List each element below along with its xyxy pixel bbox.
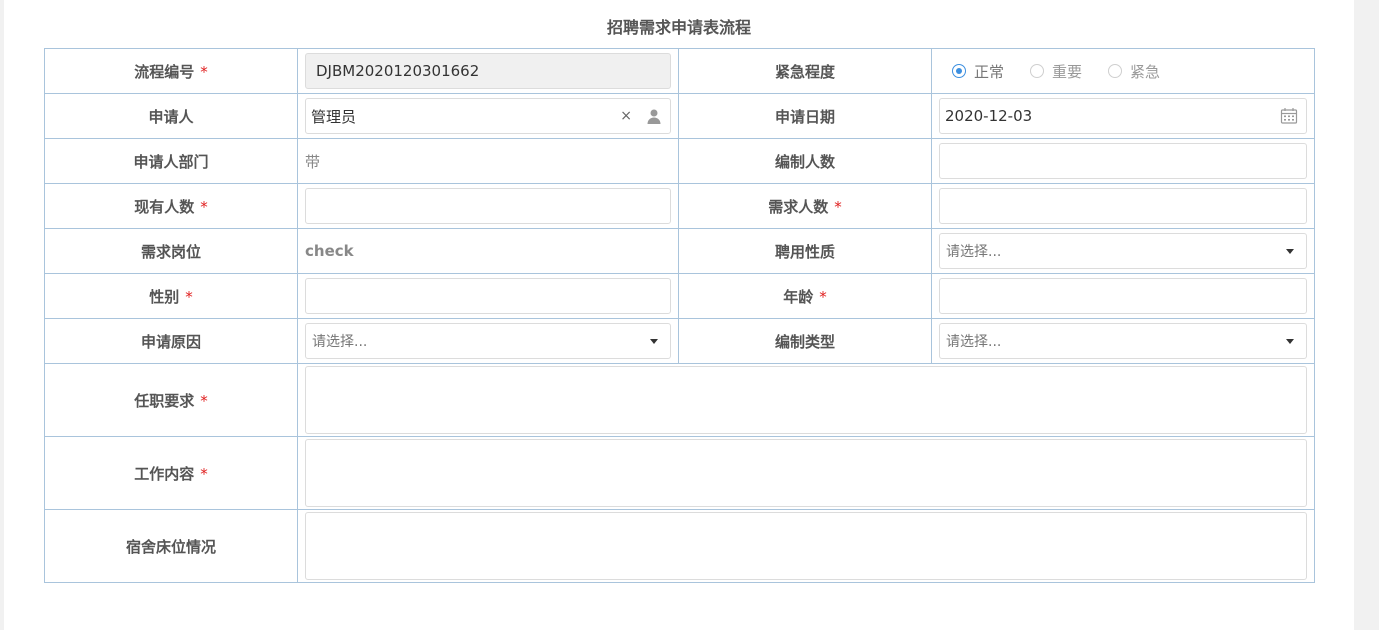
recruitment-form: 流程编号 * DJBM2020120301662 紧急程度 正常 重要 紧急 申请… bbox=[44, 48, 1315, 583]
staffing-count-input[interactable] bbox=[939, 143, 1307, 179]
position-label: 需求岗位 bbox=[44, 228, 298, 274]
requirements-label: 任职要求 * bbox=[44, 363, 298, 437]
staffing-type-label: 编制类型 bbox=[678, 318, 932, 364]
dorm-label: 宿舍床位情况 bbox=[44, 509, 298, 583]
apply-date-label: 申请日期 bbox=[678, 93, 932, 139]
calendar-icon[interactable] bbox=[1280, 107, 1298, 125]
process-no-field: DJBM2020120301662 bbox=[305, 53, 671, 89]
position-value: check bbox=[305, 242, 354, 260]
chevron-down-icon bbox=[1286, 248, 1294, 254]
staffing-type-select[interactable]: 请选择... bbox=[939, 323, 1307, 359]
employment-type-select[interactable]: 请选择... bbox=[939, 233, 1307, 269]
employment-type-label: 聘用性质 bbox=[678, 228, 932, 274]
demand-count-label: 需求人数 * bbox=[678, 183, 932, 229]
left-gutter bbox=[0, 0, 4, 630]
gender-input[interactable] bbox=[305, 278, 671, 314]
urgency-label: 紧急程度 bbox=[678, 48, 932, 94]
gender-label: 性别 * bbox=[44, 273, 298, 319]
age-input[interactable] bbox=[939, 278, 1307, 314]
applicant-dept-label: 申请人部门 bbox=[44, 138, 298, 184]
current-count-label: 现有人数 * bbox=[44, 183, 298, 229]
dorm-textarea[interactable] bbox=[305, 512, 1307, 580]
applicant-field[interactable]: 管理员 × bbox=[305, 98, 671, 134]
user-icon[interactable] bbox=[646, 108, 662, 124]
clear-icon[interactable]: × bbox=[620, 108, 632, 124]
applicant-dept-value: 带 bbox=[305, 152, 321, 171]
job-content-textarea[interactable] bbox=[305, 439, 1307, 507]
reason-label: 申请原因 bbox=[44, 318, 298, 364]
chevron-down-icon bbox=[1286, 338, 1294, 344]
reason-select[interactable]: 请选择... bbox=[305, 323, 671, 359]
staffing-count-label: 编制人数 bbox=[678, 138, 932, 184]
current-count-input[interactable] bbox=[305, 188, 671, 224]
urgency-important-radio[interactable]: 重要 bbox=[1030, 61, 1082, 82]
demand-count-input[interactable] bbox=[939, 188, 1307, 224]
radio-checked-icon bbox=[952, 64, 966, 78]
age-label: 年龄 * bbox=[678, 273, 932, 319]
requirements-textarea[interactable] bbox=[305, 366, 1307, 434]
chevron-down-icon bbox=[650, 338, 658, 344]
radio-unchecked-icon bbox=[1108, 64, 1123, 78]
apply-date-field[interactable]: 2020-12-03 bbox=[939, 98, 1307, 134]
job-content-label: 工作内容 * bbox=[44, 436, 298, 510]
urgency-urgent-radio[interactable]: 紧急 bbox=[1108, 61, 1160, 82]
right-scroll-gutter bbox=[1354, 0, 1379, 630]
process-no-label: 流程编号 * bbox=[44, 48, 298, 94]
radio-unchecked-icon bbox=[1030, 64, 1045, 78]
urgency-normal-radio[interactable]: 正常 bbox=[952, 61, 1004, 82]
applicant-label: 申请人 bbox=[44, 93, 298, 139]
form-title: 招聘需求申请表流程 bbox=[606, 18, 751, 37]
urgency-radio-group: 正常 重要 紧急 bbox=[932, 61, 1314, 82]
